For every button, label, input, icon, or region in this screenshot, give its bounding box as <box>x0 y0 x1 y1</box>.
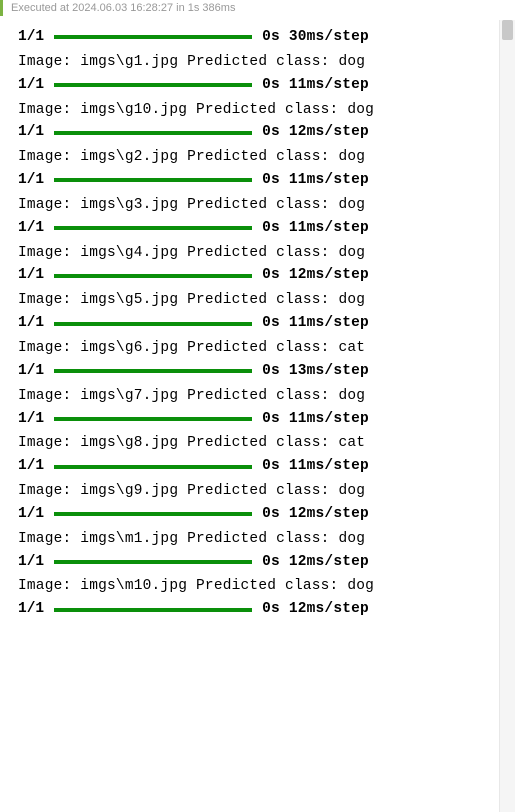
progress-bar <box>54 369 252 373</box>
progress-counter: 1/1 <box>18 76 44 95</box>
progress-counter: 1/1 <box>18 219 44 238</box>
progress-counter: 1/1 <box>18 266 44 285</box>
progress-row: 1/1 0s 11ms/step <box>18 219 497 238</box>
progress-bar <box>54 560 252 564</box>
progress-row: 1/1 0s 13ms/step <box>18 362 497 381</box>
progress-bar <box>54 178 252 182</box>
progress-timing: 0s 12ms/step <box>262 600 369 619</box>
progress-row: 1/1 0s 11ms/step <box>18 171 497 190</box>
execution-status-bar: Executed at 2024.06.03 16:28:27 in 1s 38… <box>0 0 515 16</box>
progress-counter: 1/1 <box>18 600 44 619</box>
progress-counter: 1/1 <box>18 553 44 572</box>
execution-status-text: Executed at 2024.06.03 16:28:27 in 1s 38… <box>11 2 235 14</box>
progress-bar <box>54 608 252 612</box>
progress-counter: 1/1 <box>18 171 44 190</box>
console-output: 1/1 0s 30ms/step Image: imgs\g1.jpg Predic… <box>0 16 515 619</box>
progress-counter: 1/1 <box>18 410 44 429</box>
progress-row: 1/1 0s 11ms/step <box>18 76 497 95</box>
progress-timing: 0s 11ms/step <box>262 219 369 238</box>
progress-row: 1/1 0s 12ms/step <box>18 123 497 142</box>
prediction-text: Image: imgs\m1.jpg Predicted class: dog <box>18 530 497 549</box>
progress-row: 1/1 0s 12ms/step <box>18 600 497 619</box>
progress-bar <box>54 226 252 230</box>
prediction-text: Image: imgs\g6.jpg Predicted class: cat <box>18 339 497 358</box>
progress-row: 1/1 0s 11ms/step <box>18 410 497 429</box>
progress-row: 1/1 0s 11ms/step <box>18 457 497 476</box>
progress-timing: 0s 11ms/step <box>262 314 369 333</box>
progress-timing: 0s 11ms/step <box>262 457 369 476</box>
progress-timing: 0s 12ms/step <box>262 553 369 572</box>
progress-bar <box>54 417 252 421</box>
prediction-text: Image: imgs\g8.jpg Predicted class: cat <box>18 434 497 453</box>
progress-timing: 0s 11ms/step <box>262 76 369 95</box>
progress-timing: 0s 12ms/step <box>262 505 369 524</box>
progress-timing: 0s 30ms/step <box>262 28 369 47</box>
prediction-text: Image: imgs\g10.jpg Predicted class: dog <box>18 101 497 120</box>
progress-timing: 0s 12ms/step <box>262 266 369 285</box>
progress-bar <box>54 274 252 278</box>
progress-timing: 0s 11ms/step <box>262 171 369 190</box>
progress-bar <box>54 35 252 39</box>
progress-bar <box>54 465 252 469</box>
progress-bar <box>54 83 252 87</box>
progress-counter: 1/1 <box>18 505 44 524</box>
progress-counter: 1/1 <box>18 362 44 381</box>
prediction-text: Image: imgs\g9.jpg Predicted class: dog <box>18 482 497 501</box>
progress-counter: 1/1 <box>18 457 44 476</box>
scrollbar-thumb[interactable] <box>502 20 513 40</box>
progress-bar <box>54 131 252 135</box>
prediction-text: Image: imgs\g2.jpg Predicted class: dog <box>18 148 497 167</box>
progress-bar <box>54 322 252 326</box>
progress-row: 1/1 0s 12ms/step <box>18 553 497 572</box>
prediction-text: Image: imgs\m10.jpg Predicted class: dog <box>18 577 497 596</box>
scrollbar-track[interactable] <box>499 20 515 812</box>
progress-counter: 1/1 <box>18 28 44 47</box>
progress-bar <box>54 512 252 516</box>
progress-row: 1/1 0s 30ms/step <box>18 28 497 47</box>
prediction-text: Image: imgs\g4.jpg Predicted class: dog <box>18 244 497 263</box>
progress-timing: 0s 12ms/step <box>262 123 369 142</box>
progress-counter: 1/1 <box>18 123 44 142</box>
prediction-text: Image: imgs\g7.jpg Predicted class: dog <box>18 387 497 406</box>
prediction-text: Image: imgs\g5.jpg Predicted class: dog <box>18 291 497 310</box>
progress-timing: 0s 11ms/step <box>262 410 369 429</box>
prediction-text: Image: imgs\g1.jpg Predicted class: dog <box>18 53 497 72</box>
progress-row: 1/1 0s 12ms/step <box>18 266 497 285</box>
progress-counter: 1/1 <box>18 314 44 333</box>
progress-row: 1/1 0s 11ms/step <box>18 314 497 333</box>
prediction-text: Image: imgs\g3.jpg Predicted class: dog <box>18 196 497 215</box>
progress-row: 1/1 0s 12ms/step <box>18 505 497 524</box>
progress-timing: 0s 13ms/step <box>262 362 369 381</box>
